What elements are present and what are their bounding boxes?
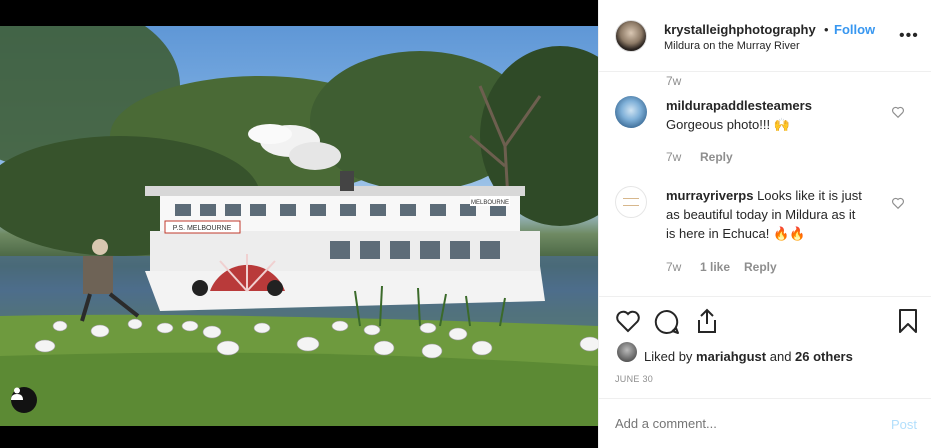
like-comment-heart-icon[interactable] xyxy=(891,196,905,210)
comment-username[interactable]: murrayriverps xyxy=(666,188,753,203)
post-date[interactable]: JUNE 30 xyxy=(615,374,653,384)
comment-likes-count[interactable]: 1 like xyxy=(700,260,730,274)
follow-button[interactable]: Follow xyxy=(834,22,875,37)
likes-summary: Liked by mariahgust and 26 others xyxy=(644,349,853,364)
comment-username[interactable]: mildurapaddlesteamers xyxy=(666,98,812,113)
tagged-users-button[interactable] xyxy=(11,387,37,413)
reply-button[interactable]: Reply xyxy=(744,260,777,274)
commenter-avatar[interactable] xyxy=(615,186,647,218)
post-sidebar: krystalleighphotography • Follow Mildura… xyxy=(598,0,931,448)
comment-body: mildurapaddlesteamers xyxy=(666,96,812,115)
likes-others-link[interactable]: 26 others xyxy=(795,349,853,364)
comment-text-line3: is here in Echuca! 🔥🔥 xyxy=(666,226,806,241)
post-photo[interactable]: P.S. MELBOURNE MELBOURNE xyxy=(0,26,598,426)
heart-icon[interactable] xyxy=(615,309,641,333)
liker-avatar[interactable] xyxy=(617,342,637,362)
add-comment-bar: Post xyxy=(599,398,931,448)
like-comment-heart-icon[interactable] xyxy=(891,105,905,119)
comment-time[interactable]: 7w xyxy=(666,150,681,164)
comment-body: murrayriverps Looks like it is just xyxy=(666,186,916,205)
previous-comment-time[interactable]: 7w xyxy=(666,74,681,88)
commenter-avatar[interactable] xyxy=(615,96,647,128)
location-link[interactable]: Mildura on the Murray River xyxy=(664,40,800,52)
logo-mark-icon xyxy=(623,198,639,206)
photo-scene: P.S. MELBOURNE MELBOURNE xyxy=(0,26,598,426)
boat-name-side: MELBOURNE xyxy=(471,200,509,206)
bookmark-icon[interactable] xyxy=(898,308,918,334)
comment-input[interactable] xyxy=(615,416,855,431)
comment-time[interactable]: 7w xyxy=(666,260,681,274)
comment-icon[interactable] xyxy=(654,309,680,335)
header-separator: • xyxy=(824,22,829,37)
boat-name-board: P.S. MELBOURNE xyxy=(173,225,232,232)
comments-list: 7w mildurapaddlesteamers Gorgeous photo!… xyxy=(599,72,931,296)
comment-text: Gorgeous photo!!! 🙌 xyxy=(666,117,790,132)
likes-prefix: Liked by xyxy=(644,349,697,364)
more-options-icon[interactable]: ••• xyxy=(899,27,919,45)
person-icon xyxy=(11,387,23,400)
comment-text-line1: Looks like it is just xyxy=(757,188,862,203)
author-username[interactable]: krystalleighphotography xyxy=(664,22,816,37)
share-icon[interactable] xyxy=(695,308,719,334)
likes-middle: and xyxy=(766,349,796,364)
liker-username[interactable]: mariahgust xyxy=(696,349,766,364)
comment-text-line2: as beautiful today in Mildura as it xyxy=(666,207,856,222)
post-comment-button[interactable]: Post xyxy=(891,417,917,432)
reply-button[interactable]: Reply xyxy=(700,150,733,164)
post-header: krystalleighphotography • Follow Mildura… xyxy=(599,0,931,72)
author-avatar[interactable] xyxy=(615,20,647,52)
